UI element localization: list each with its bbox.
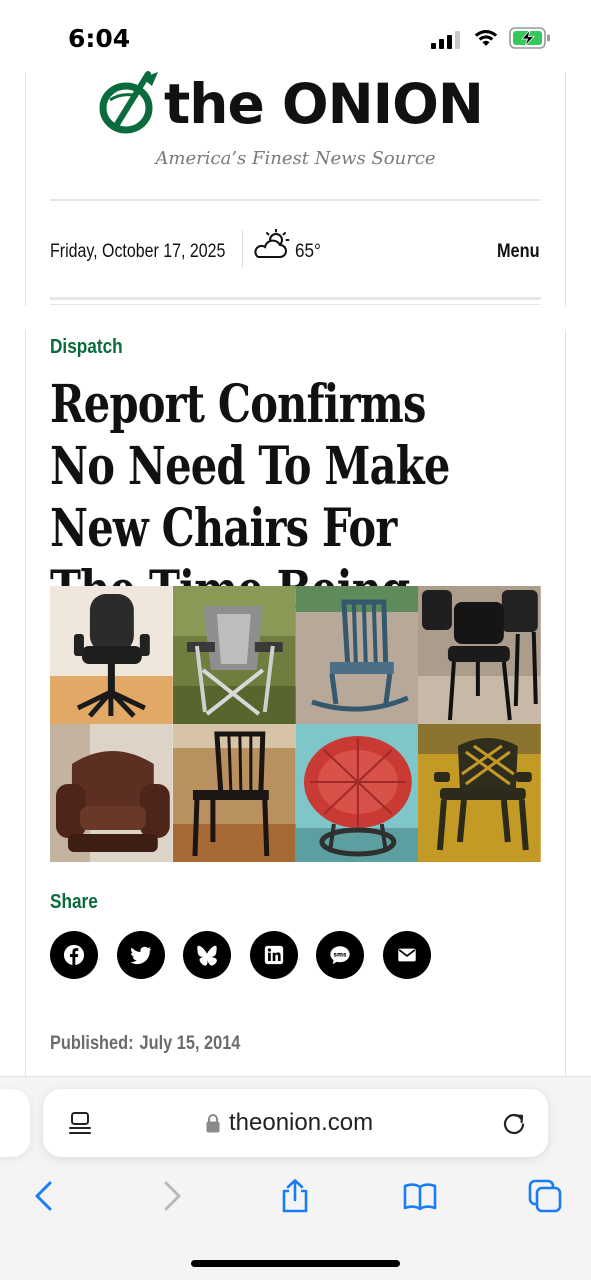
reload-icon[interactable]	[500, 1109, 528, 1137]
lock-icon	[206, 1114, 220, 1133]
share-label: Share	[50, 891, 98, 913]
battery-charging-icon	[509, 27, 550, 49]
photo-office-chair	[50, 586, 173, 724]
article-image	[50, 586, 541, 862]
svg-text:sms: sms	[333, 952, 347, 958]
section-tag[interactable]: Dispatch	[50, 336, 123, 359]
forward-icon[interactable]	[154, 1178, 190, 1214]
temperature: 65°	[295, 241, 321, 262]
share-facebook-button[interactable]	[50, 931, 98, 979]
home-indicator	[191, 1260, 400, 1267]
menu-button[interactable]: Menu	[497, 241, 540, 263]
address-bar[interactable]: theonion.com	[43, 1089, 548, 1157]
share-linkedin-button[interactable]	[249, 931, 298, 979]
partly-sunny-icon	[254, 229, 290, 258]
share-sms-button[interactable]: sms	[316, 931, 364, 979]
photo-stacking-chairs	[418, 586, 541, 724]
page-frame-left	[25, 72, 26, 306]
reader-mode-icon[interactable]	[67, 1110, 93, 1136]
masthead-divider	[50, 199, 541, 201]
status-bar: 6:04	[0, 0, 591, 72]
article-headline: Report Confirms No Need To Make New Chai…	[50, 374, 450, 621]
bluesky-icon	[197, 945, 217, 966]
site-logo[interactable]: the ONION	[98, 70, 498, 140]
share-bluesky-button[interactable]	[183, 931, 231, 979]
browser-toolbar: theonion.com	[0, 1076, 591, 1280]
cellular-signal-icon	[431, 31, 460, 49]
photo-camp-chair	[172, 586, 296, 724]
page-frame-right	[565, 72, 566, 306]
share-email-button[interactable]	[382, 931, 431, 979]
previous-tab-peek[interactable]	[0, 1089, 30, 1157]
tabs-icon[interactable]	[527, 1178, 563, 1214]
masthead-bottom-rule-thin	[50, 304, 541, 305]
current-date: Friday, October 17, 2025	[50, 241, 226, 262]
back-icon[interactable]	[26, 1178, 62, 1214]
site-tagline: America’s Finest News Source	[155, 148, 436, 169]
photo-rocking-chair	[295, 586, 419, 724]
wifi-icon	[474, 30, 498, 46]
share-twitter-button[interactable]	[116, 931, 165, 979]
article-frame-left	[25, 330, 26, 1076]
photo-leather-armchair	[50, 724, 173, 862]
photo-lawn-chair	[418, 724, 541, 862]
masthead-bottom-rule	[50, 297, 541, 300]
published-line: Published: July 15, 2014	[50, 1033, 240, 1055]
linkedin-icon	[264, 945, 283, 965]
published-label: Published:	[50, 1033, 134, 1054]
photo-wooden-chair	[172, 724, 296, 862]
published-date: July 15, 2014	[139, 1033, 241, 1054]
share-buttons: sms	[50, 931, 431, 979]
url-text: theonion.com	[229, 1109, 374, 1136]
bookmarks-icon[interactable]	[402, 1178, 438, 1214]
article-frame-right	[565, 330, 566, 1076]
share-icon[interactable]	[277, 1178, 313, 1214]
sms-icon: sms	[330, 946, 350, 965]
facebook-icon	[63, 944, 85, 966]
email-icon	[397, 948, 416, 962]
logo-wordmark: the ONION	[164, 72, 484, 136]
photo-papasan-chair	[295, 724, 419, 862]
status-time: 6:04	[68, 24, 131, 53]
date-separator	[242, 230, 243, 268]
onion-logo-icon	[99, 71, 158, 134]
twitter-icon	[129, 946, 151, 965]
